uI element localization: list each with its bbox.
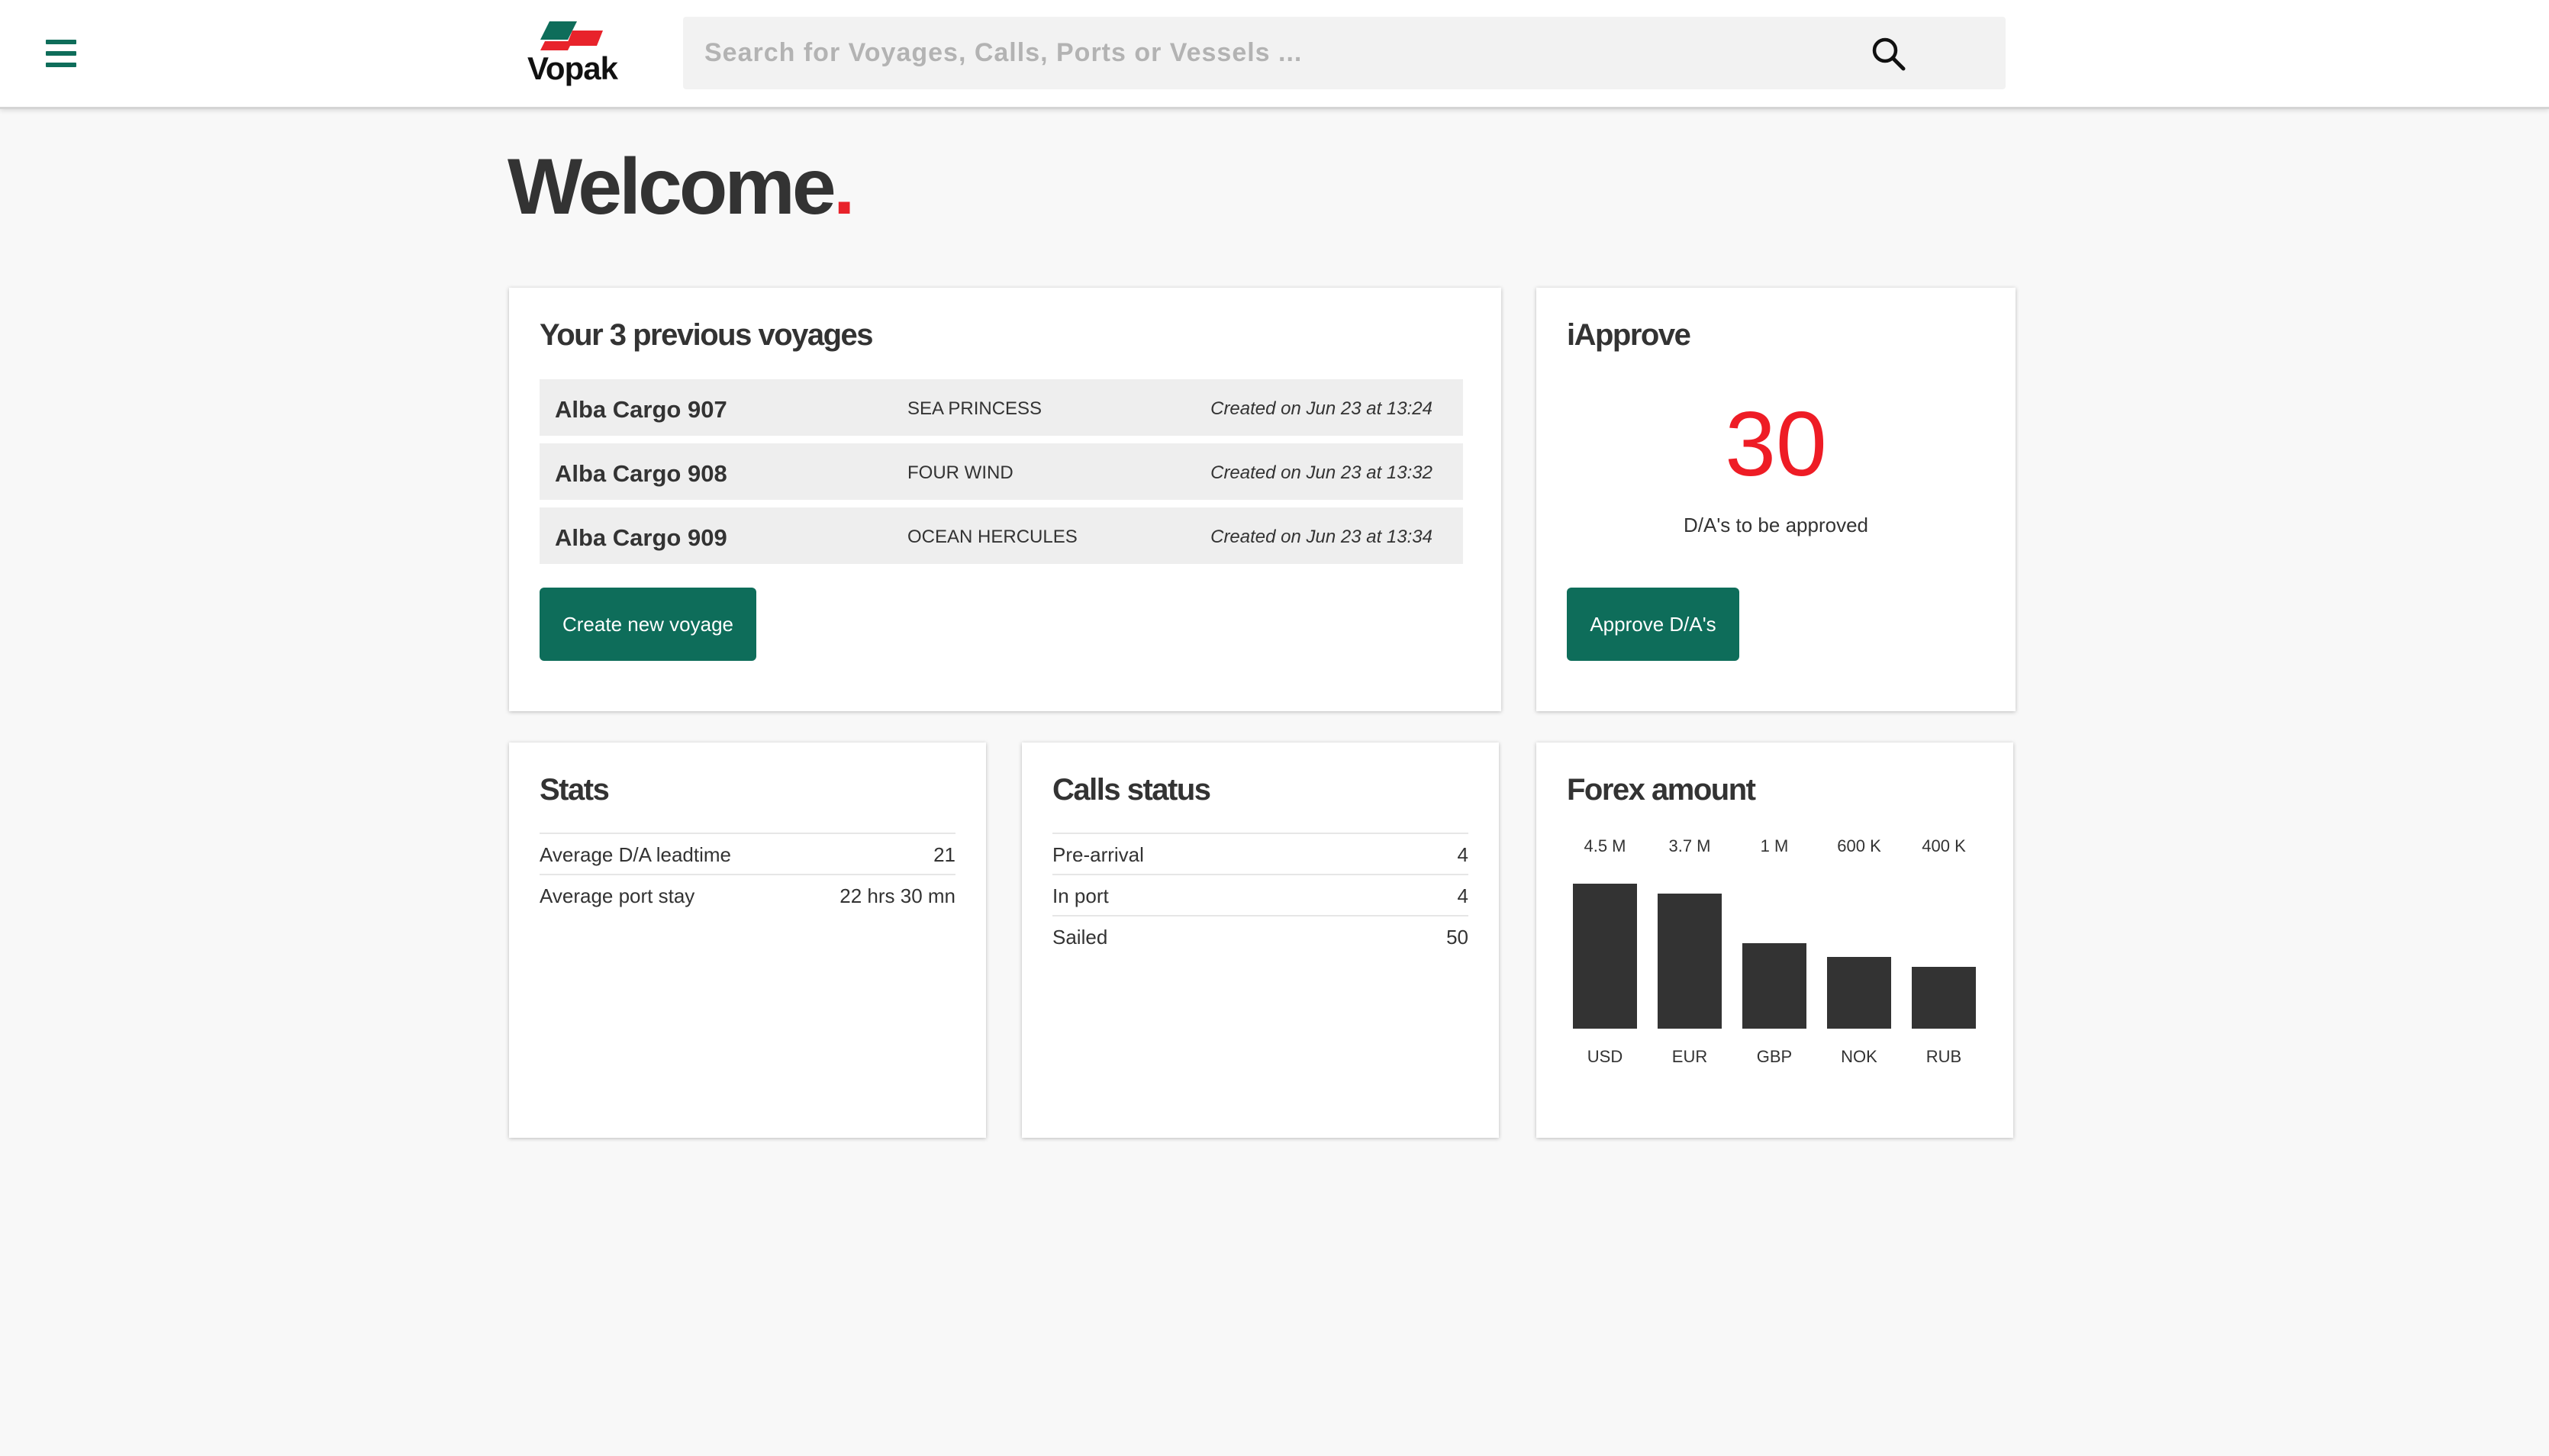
approval-count-label: D/A's to be approved — [1684, 514, 1868, 536]
stat-row: Average port stay 22 hrs 30 mn — [540, 874, 955, 916]
top-bar: Vopak — [0, 0, 2549, 109]
logo-mark — [540, 21, 603, 50]
search-bar — [683, 17, 2006, 89]
forex-bar-chart: 4.5 M USD 3.7 M EUR 1 M GBP 600 K NOK 400 K RUB — [1536, 742, 2013, 1138]
calls-status-label: Sailed — [1052, 926, 1108, 949]
previous-voyages-title: Your 3 previous voyages — [540, 318, 874, 352]
calls-status-title: Calls status — [1052, 773, 1211, 807]
page-title: Welcome. — [508, 141, 856, 233]
welcome-text: Welcome — [508, 143, 836, 231]
forex-bar-category-label: RUB — [1925, 1047, 1962, 1066]
stats-card: Stats Average D/A leadtime 21 Average po… — [509, 742, 986, 1138]
stats-title: Stats — [540, 773, 610, 807]
forex-bar-value-label: 3.7 M — [1668, 836, 1711, 855]
voyage-created-date: Created on Jun 23 at 13:24 — [1210, 398, 1432, 419]
iapprove-title: iApprove — [1567, 318, 1691, 352]
forex-bar-category-label: GBP — [1756, 1047, 1793, 1066]
forex-bar-category-label: USD — [1587, 1047, 1623, 1066]
calls-status-label: Pre-arrival — [1052, 843, 1144, 866]
stat-value: 21 — [933, 843, 955, 866]
stat-label: Average port stay — [540, 884, 695, 907]
calls-status-card: Calls status Pre-arrival 4 In port 4 Sai… — [1022, 742, 1499, 1138]
forex-bar-value-label: 400 K — [1922, 836, 1966, 855]
approval-count: 30 — [1725, 393, 1827, 495]
menu-icon[interactable] — [46, 40, 76, 67]
voyage-vessel: FOUR WIND — [907, 462, 1013, 483]
iapprove-card: iApprove 30 D/A's to be approved Approve… — [1536, 288, 2016, 711]
calls-status-value: 4 — [1457, 843, 1468, 866]
calls-status-row[interactable]: Sailed 50 — [1052, 915, 1468, 958]
approve-das-button[interactable]: Approve D/A's — [1567, 588, 1739, 661]
logo-text: Vopak — [527, 50, 618, 86]
search-icon[interactable] — [1870, 35, 1906, 72]
voyage-name: Alba Cargo 909 — [555, 524, 727, 551]
stat-value: 22 hrs 30 mn — [839, 884, 955, 907]
forex-bar-value-label: 4.5 M — [1584, 836, 1626, 855]
calls-status-value: 50 — [1446, 926, 1468, 949]
forex-bar-category-label: NOK — [1841, 1047, 1877, 1066]
stat-row: Average D/A leadtime 21 — [540, 833, 955, 875]
forex-bar-value-label: 600 K — [1837, 836, 1881, 855]
forex-bar-value-label: 1 M — [1760, 836, 1789, 855]
forex-bar-usd — [1573, 884, 1637, 1029]
voyage-row[interactable]: Alba Cargo 909 OCEAN HERCULES Created on… — [540, 507, 1463, 564]
calls-status-row[interactable]: Pre-arrival 4 — [1052, 833, 1468, 875]
voyage-name: Alba Cargo 907 — [555, 396, 727, 423]
voyage-name: Alba Cargo 908 — [555, 460, 727, 487]
forex-bar-category-label: EUR — [1671, 1047, 1708, 1066]
voyage-vessel: OCEAN HERCULES — [907, 527, 1078, 547]
create-new-voyage-button[interactable]: Create new voyage — [540, 588, 756, 661]
voyage-created-date: Created on Jun 23 at 13:32 — [1210, 462, 1432, 483]
forex-amount-card: Forex amount 4.5 M USD 3.7 M EUR 1 M GBP 600 K… — [1536, 742, 2013, 1138]
calls-status-label: In port — [1052, 884, 1109, 907]
previous-voyages-card: Your 3 previous voyages Alba Cargo 907 S… — [509, 288, 1501, 711]
vopak-logo[interactable]: Vopak — [519, 21, 626, 86]
stat-label: Average D/A leadtime — [540, 843, 731, 866]
welcome-dot: . — [833, 143, 856, 231]
calls-status-row[interactable]: In port 4 — [1052, 874, 1468, 916]
search-input[interactable] — [683, 17, 1910, 89]
voyage-vessel: SEA PRINCESS — [907, 398, 1042, 419]
voyage-row[interactable]: Alba Cargo 907 SEA PRINCESS Created on J… — [540, 379, 1463, 436]
voyage-created-date: Created on Jun 23 at 13:34 — [1210, 527, 1432, 547]
voyage-row[interactable]: Alba Cargo 908 FOUR WIND Created on Jun … — [540, 443, 1463, 500]
forex-bar-eur — [1658, 894, 1722, 1029]
forex-bar-gbp — [1742, 943, 1806, 1029]
calls-status-value: 4 — [1457, 884, 1468, 907]
forex-bar-rub — [1912, 967, 1976, 1029]
forex-bar-nok — [1827, 957, 1891, 1029]
